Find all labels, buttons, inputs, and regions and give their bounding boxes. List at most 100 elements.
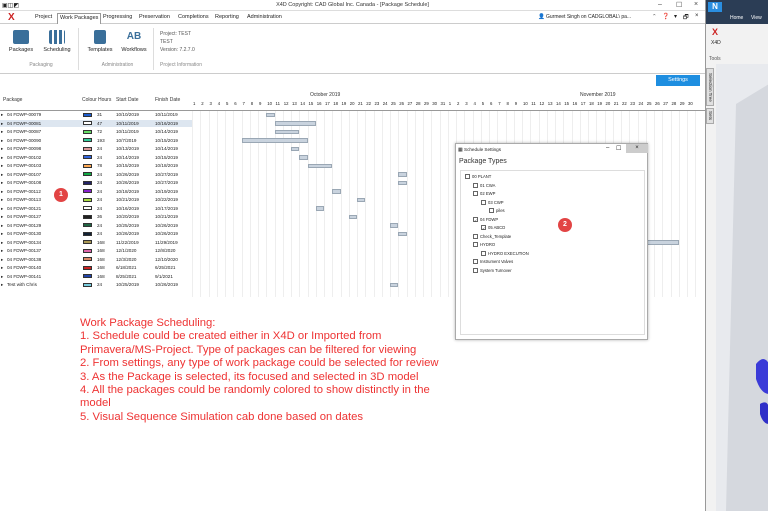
colour-swatch[interactable] bbox=[83, 189, 92, 194]
expand-icon[interactable]: ▸ bbox=[1, 206, 3, 212]
selection-tree-tab[interactable]: Selection Tree bbox=[706, 68, 714, 106]
colour-swatch[interactable] bbox=[83, 257, 92, 262]
colour-swatch[interactable] bbox=[83, 214, 92, 219]
table-row[interactable]: ▸ 04 FDWP-00130 24 10/26/2019 10/26/2019 bbox=[0, 230, 192, 238]
tree-checkbox[interactable] bbox=[481, 250, 486, 256]
table-row[interactable]: ▸ 04 FDWP-00102 24 10/14/2019 10/15/2019 bbox=[0, 154, 192, 162]
table-row[interactable]: ▸ 04 FDWP-00137 168 12/1/2020 12/8/2020 bbox=[0, 247, 192, 255]
scheduling-button[interactable]: Scheduling bbox=[42, 30, 72, 53]
dialog-minimize-icon[interactable]: – bbox=[606, 145, 609, 151]
tree-node[interactable]: Instrument Valves bbox=[473, 258, 513, 265]
table-row[interactable]: ▸ 04 FDWP-00098 24 10/13/2019 10/14/2019 bbox=[0, 145, 192, 153]
col-hours[interactable]: Hours bbox=[98, 97, 111, 103]
tree-node[interactable]: 03 CWP bbox=[481, 199, 504, 206]
colour-swatch[interactable] bbox=[83, 240, 92, 245]
col-start-date[interactable]: Start Date bbox=[116, 97, 139, 103]
settings-button[interactable]: Settings bbox=[656, 75, 700, 86]
menu-progressing[interactable]: Progressing bbox=[103, 14, 132, 20]
gantt-bar[interactable] bbox=[266, 112, 275, 117]
col-package[interactable]: Package bbox=[3, 97, 22, 103]
expand-icon[interactable]: ▸ bbox=[1, 197, 3, 203]
tree-checkbox[interactable] bbox=[473, 233, 478, 239]
expand-icon[interactable]: ▸ bbox=[1, 214, 3, 220]
menu-completions[interactable]: Completions bbox=[178, 14, 209, 20]
colour-swatch[interactable] bbox=[83, 163, 92, 168]
expand-icon[interactable]: ▸ bbox=[1, 265, 3, 271]
expand-icon[interactable]: ▸ bbox=[1, 189, 3, 195]
tree-checkbox[interactable] bbox=[465, 174, 470, 180]
table-row[interactable]: ▸ 04 FDWP-00134 168 11/22/2019 11/29/2019 bbox=[0, 239, 192, 247]
table-row[interactable]: ▸ 04 FDWP-00129 24 10/25/2019 10/26/2019 bbox=[0, 222, 192, 230]
expand-icon[interactable]: ▸ bbox=[1, 172, 3, 178]
colour-swatch[interactable] bbox=[83, 248, 92, 253]
table-row[interactable]: ▸ 04 FDWP-00103 78 10/15/2019 10/18/2019 bbox=[0, 162, 192, 170]
table-row[interactable]: ▸ 04 FDWP-00107 24 10/26/2019 10/27/2019 bbox=[0, 171, 192, 179]
doc-close-icon[interactable]: × bbox=[695, 13, 699, 19]
table-row[interactable]: ▸ 04 FDWP-00090 193 10/7/2019 10/15/2019 bbox=[0, 137, 192, 145]
tree-checkbox[interactable]: ✓ bbox=[481, 225, 486, 231]
expand-icon[interactable]: ▸ bbox=[1, 146, 3, 152]
colour-swatch[interactable] bbox=[83, 121, 92, 126]
tree-checkbox[interactable]: ✓ bbox=[473, 216, 478, 223]
colour-swatch[interactable] bbox=[83, 282, 92, 287]
table-row[interactable]: ▸ 04 FDWP-00138 168 12/3/2020 12/10/2020 bbox=[0, 256, 192, 264]
menu-project[interactable]: Project bbox=[35, 14, 52, 20]
tree-checkbox[interactable] bbox=[473, 182, 478, 188]
dialog-close-icon[interactable]: × bbox=[626, 144, 648, 153]
dropdown-icon[interactable]: ▾ bbox=[674, 13, 677, 20]
3d-viewport[interactable] bbox=[716, 64, 768, 511]
gantt-bar[interactable] bbox=[274, 121, 316, 126]
tree-node[interactable]: 00 PLANT bbox=[465, 173, 491, 180]
gantt-bar[interactable] bbox=[348, 214, 357, 219]
templates-button[interactable]: Templates bbox=[85, 30, 115, 53]
user-label[interactable]: Gurmeet Singh on CADGLOBAL\ pa... bbox=[546, 14, 631, 20]
gantt-bar[interactable] bbox=[398, 231, 407, 236]
table-row[interactable]: ▸ 04 FDWP-00079 31 10/10/2019 10/11/2019 bbox=[0, 111, 192, 119]
expand-icon[interactable]: ▸ bbox=[1, 112, 3, 118]
table-row[interactable]: ▸ 04 FDWP-00140 168 6/18/2021 6/25/2021 bbox=[0, 264, 192, 272]
expand-icon[interactable]: ▸ bbox=[1, 163, 3, 169]
expand-icon[interactable]: ▸ bbox=[1, 121, 3, 127]
gantt-bar[interactable] bbox=[398, 172, 407, 177]
expand-icon[interactable]: ▸ bbox=[1, 274, 3, 280]
dialog-maximize-icon[interactable]: ☐ bbox=[616, 145, 621, 152]
table-row[interactable]: ▸ 04 FDWP-00108 24 10/26/2019 10/27/2019 bbox=[0, 179, 192, 187]
gantt-bar[interactable] bbox=[241, 138, 308, 143]
tree-node[interactable]: 01 CWA bbox=[473, 182, 495, 189]
colour-swatch[interactable] bbox=[83, 265, 92, 270]
tree-node[interactable]: Check_Template bbox=[473, 233, 511, 240]
expand-icon[interactable]: ▸ bbox=[1, 138, 3, 144]
tree-node[interactable]: System Turnover bbox=[473, 267, 512, 274]
tree-checkbox[interactable] bbox=[473, 191, 478, 197]
table-row[interactable]: ▸ 04 FDWP-00087 72 10/11/2019 10/14/2019 bbox=[0, 128, 192, 136]
maximize-icon[interactable]: ☐ bbox=[676, 1, 682, 9]
packages-button[interactable]: Packages bbox=[8, 30, 34, 53]
colour-swatch[interactable] bbox=[83, 129, 92, 134]
table-row[interactable]: ▸ 04 FDWP-00127 36 10/20/2019 10/21/2019 bbox=[0, 213, 192, 221]
colour-swatch[interactable] bbox=[83, 274, 92, 279]
tree-node[interactable]: ✓ 04 FDWP bbox=[473, 216, 498, 223]
expand-icon[interactable]: ▸ bbox=[1, 240, 3, 246]
tab-view[interactable]: View bbox=[751, 15, 762, 21]
colour-swatch[interactable] bbox=[83, 197, 92, 202]
col-finish-date[interactable]: Finish Date bbox=[155, 97, 180, 103]
colour-swatch[interactable] bbox=[83, 112, 92, 117]
tree-node[interactable]: ✓ 05 ABCD bbox=[481, 224, 505, 231]
collapse-ribbon-icon[interactable]: ⌃ bbox=[652, 14, 657, 20]
tree-checkbox[interactable] bbox=[481, 199, 486, 205]
colour-swatch[interactable] bbox=[83, 146, 92, 151]
table-row[interactable]: ▸ 04 FDWP-00113 24 10/21/2019 10/22/2019 bbox=[0, 196, 192, 204]
tab-home[interactable]: Home bbox=[730, 15, 743, 21]
gantt-bar[interactable] bbox=[299, 155, 308, 160]
expand-icon[interactable]: ▸ bbox=[1, 180, 3, 186]
workflows-button[interactable]: AB Workflows bbox=[118, 30, 150, 53]
table-row[interactable]: ▸ 04 FDWP-00121 24 10/16/2019 10/17/2019 bbox=[0, 205, 192, 213]
table-row[interactable]: ▸ 04 FDWP-00141 168 8/25/2021 9/1/2021 bbox=[0, 273, 192, 281]
expand-icon[interactable]: ▸ bbox=[1, 231, 3, 237]
help-icon[interactable]: ❓ bbox=[662, 13, 669, 20]
gantt-bar[interactable] bbox=[291, 146, 300, 151]
colour-swatch[interactable] bbox=[83, 172, 92, 177]
tree-checkbox[interactable] bbox=[473, 267, 478, 273]
menu-administration[interactable]: Administration bbox=[247, 14, 282, 20]
table-row[interactable]: ▸ 04 FDWP-00081 47 10/11/2019 10/16/2019 bbox=[0, 119, 192, 127]
